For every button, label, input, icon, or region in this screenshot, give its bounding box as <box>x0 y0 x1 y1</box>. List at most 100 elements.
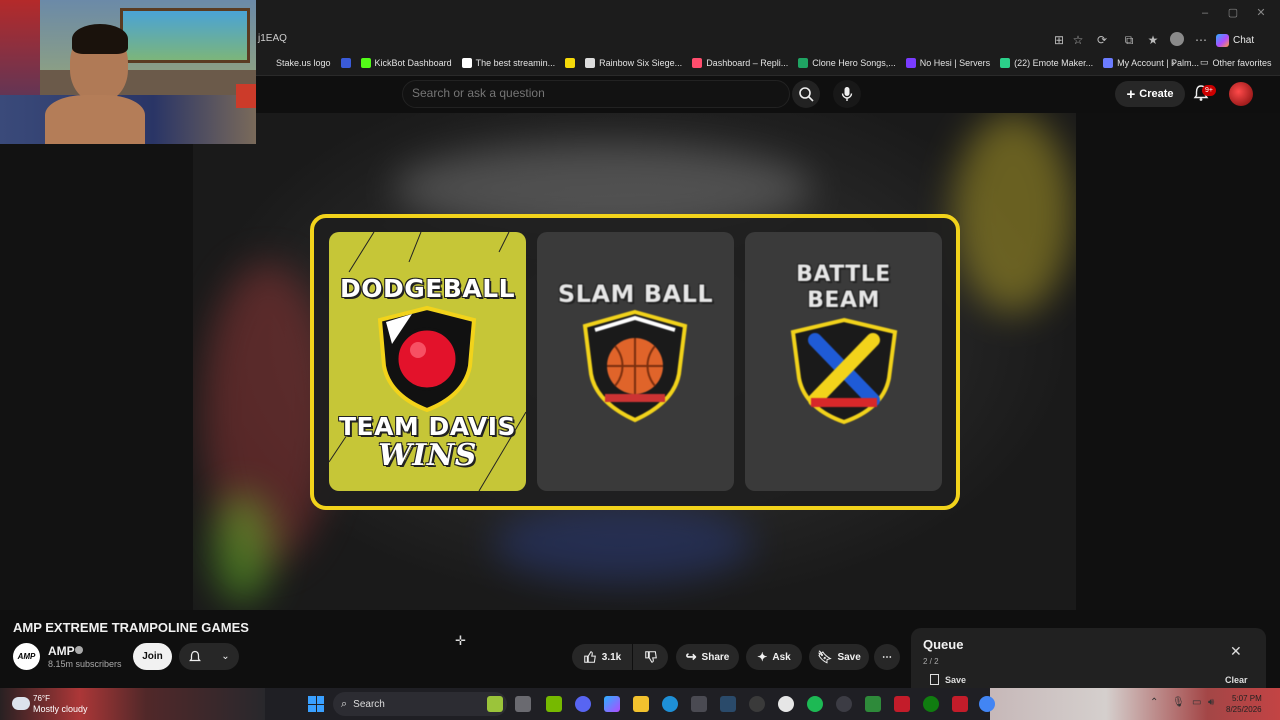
bookmark-label: (22) Emote Maker... <box>1014 58 1094 68</box>
bookmark-item[interactable]: Rainbow Six Siege... <box>585 56 682 70</box>
chevron-down-icon: ⌄ <box>221 651 230 662</box>
minimize-icon[interactable]: – <box>1198 6 1212 20</box>
steam-icon[interactable] <box>720 696 736 712</box>
profile-avatar[interactable] <box>1170 32 1184 46</box>
bookmark-label: Rainbow Six Siege... <box>599 58 683 68</box>
taskbar-search[interactable]: ⌕ Search <box>333 692 507 716</box>
bookmark-item[interactable] <box>565 56 576 70</box>
settings-app-icon[interactable] <box>778 696 794 712</box>
bookmark-favicon-icon <box>565 58 576 68</box>
bookmark-icon: 🔖︎ <box>817 650 833 664</box>
search-icon: ⌕ <box>341 697 348 710</box>
share-button[interactable]: ↪ Share <box>676 644 739 670</box>
queue-clear-button[interactable]: Clear <box>1225 675 1248 685</box>
join-button[interactable]: Join <box>133 643 172 670</box>
clock-date[interactable]: 8/25/2026 <box>1226 705 1262 714</box>
favorites-icon[interactable]: ★ <box>1146 33 1160 47</box>
verified-icon <box>75 646 83 654</box>
bookmark-item[interactable]: KickBot Dashboard <box>360 56 452 70</box>
weather-temperature[interactable]: 76°F <box>33 694 50 703</box>
bookmark-item[interactable]: No Hesi | Servers <box>905 56 990 70</box>
more-actions-button[interactable]: ⋯ <box>874 644 900 670</box>
task-view-icon[interactable] <box>515 696 531 712</box>
account-avatar[interactable] <box>1229 82 1253 106</box>
favorite-star-icon[interactable]: ☆ <box>1071 33 1085 47</box>
maximize-icon[interactable]: ▢ <box>1226 6 1240 20</box>
other-favorites[interactable]: ▭ Other favorites <box>1200 57 1272 68</box>
taskbar-search-label: Search <box>353 698 385 710</box>
bookmark-item[interactable]: Clone Hero Songs,... <box>798 56 896 70</box>
bookmarks-overflow-icon[interactable]: › <box>1172 58 1175 69</box>
copilot-chat-button[interactable]: Chat <box>1216 31 1254 49</box>
url-text[interactable]: j1EAQ <box>258 33 287 44</box>
bookmark-item[interactable]: Stake.us logo <box>262 56 331 70</box>
plus-icon: + <box>1126 85 1136 103</box>
like-count: 3.1k <box>601 651 622 663</box>
xbox-icon[interactable] <box>923 696 939 712</box>
bookmark-item[interactable]: (22) Emote Maker... <box>1000 56 1093 70</box>
extensions-icon[interactable]: ⧉ <box>1122 33 1136 47</box>
battle-title: BATTLE <box>796 262 891 287</box>
notification-badge: 9+ <box>1202 85 1216 96</box>
bookmark-item[interactable]: The best streamin... <box>461 56 555 70</box>
create-button[interactable]: + Create <box>1115 81 1185 107</box>
bookmark-item[interactable] <box>340 56 351 70</box>
weather-description[interactable]: Mostly cloudy <box>33 704 88 714</box>
file-explorer-icon[interactable] <box>633 696 649 712</box>
queue-save-button[interactable]: Save <box>930 674 966 685</box>
save-label: Save <box>837 651 861 663</box>
thumbs-down-icon <box>644 651 657 663</box>
channel-name[interactable]: AMP <box>48 644 75 658</box>
save-button[interactable]: 🔖︎ Save <box>809 644 869 670</box>
app-available-icon[interactable]: ⊞ <box>1052 33 1066 47</box>
bookmark-item[interactable]: Dashboard – Repli... <box>692 56 788 70</box>
chrome-icon[interactable] <box>979 696 995 712</box>
4k-app-icon[interactable] <box>836 696 852 712</box>
display-tray-icon[interactable]: ▭ <box>1192 697 1201 708</box>
left-backdrop <box>0 113 193 610</box>
nvidia-icon[interactable] <box>546 696 562 712</box>
game-app-icon[interactable] <box>952 696 968 712</box>
webcam-overlay <box>0 0 256 144</box>
wins-text: WINS <box>378 438 477 473</box>
media-app-icon[interactable] <box>894 696 910 712</box>
copilot-icon <box>1216 33 1229 47</box>
basketball-shield-icon <box>582 309 688 423</box>
store-icon[interactable] <box>691 696 707 712</box>
close-icon[interactable]: ✕ <box>1230 643 1242 660</box>
slam-ball-title: SLAM BALL <box>557 280 714 308</box>
search-button[interactable] <box>792 80 820 108</box>
tray-chevron-icon[interactable]: ⌃ <box>1150 697 1158 708</box>
edge-icon[interactable] <box>662 696 678 712</box>
sparkle-icon: ✦ <box>757 650 768 664</box>
channel-avatar[interactable]: AMP <box>13 643 40 670</box>
obs-icon[interactable] <box>749 696 765 712</box>
discord-icon[interactable] <box>575 696 591 712</box>
volume-tray-icon[interactable]: 🔊︎ <box>1208 697 1214 708</box>
bookmark-favicon-icon <box>585 58 596 68</box>
copilot-app-icon[interactable] <box>604 696 620 712</box>
other-favorites-label: Other favorites <box>1212 57 1272 68</box>
bell-icon <box>189 650 202 661</box>
more-menu-icon[interactable]: ⋯ <box>1194 33 1208 47</box>
subscription-notifications-button[interactable]: ⌄ <box>179 643 239 670</box>
battle-beam-card: BATTLE BEAM <box>745 232 942 491</box>
like-button[interactable]: 3.1k <box>572 644 632 670</box>
close-window-icon[interactable]: ✕ <box>1254 6 1268 20</box>
windows-start-icon[interactable] <box>308 696 324 712</box>
beam-title: BEAM <box>807 288 880 313</box>
b-app-icon[interactable] <box>865 696 881 712</box>
bookmark-item[interactable]: My Account | Palm... <box>1103 56 1199 70</box>
search-input[interactable] <box>412 86 712 100</box>
clock-time[interactable]: 5:07 PM <box>1232 694 1262 703</box>
microphone-tray-icon[interactable]: 🎙︎ <box>1172 697 1185 708</box>
ask-button[interactable]: ✦ Ask <box>746 644 802 670</box>
voice-search-button[interactable] <box>833 80 861 108</box>
cloud-icon[interactable] <box>12 697 30 710</box>
bookmark-favicon-icon <box>262 58 272 68</box>
dislike-button[interactable] <box>633 644 668 670</box>
refresh-extension-icon[interactable]: ⟳ <box>1095 33 1109 47</box>
bookmark-label: My Account | Palm... <box>1117 58 1200 68</box>
queue-count: 2 / 2 <box>923 657 939 666</box>
spotify-icon[interactable] <box>807 696 823 712</box>
